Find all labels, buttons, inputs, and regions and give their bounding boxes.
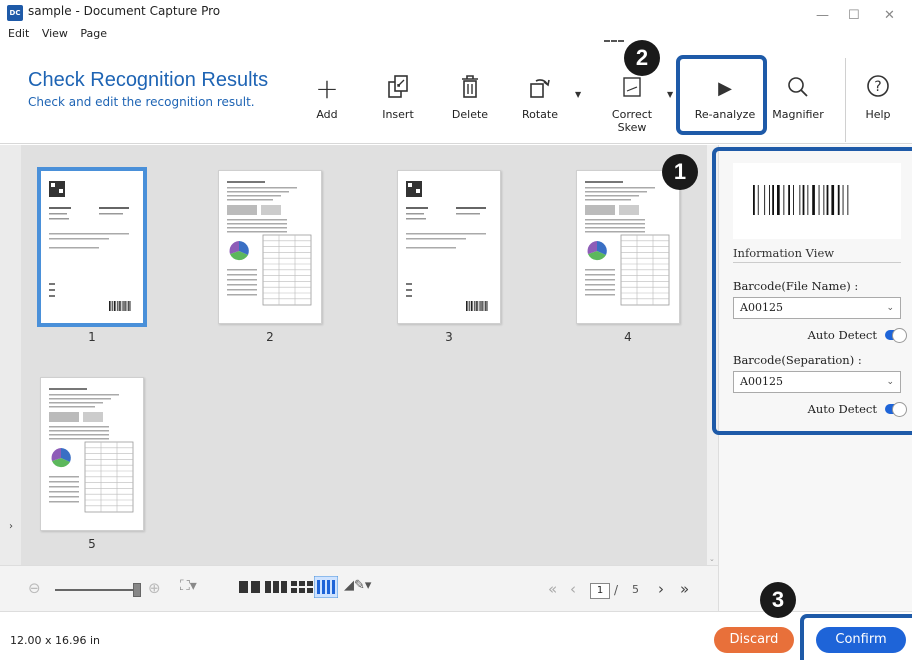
magnifier-icon bbox=[770, 74, 826, 108]
help-icon: ? bbox=[858, 74, 898, 108]
menu-edit[interactable]: Edit bbox=[8, 27, 29, 40]
trash-icon bbox=[450, 74, 490, 108]
page-thumbnail[interactable] bbox=[576, 170, 680, 324]
help-button[interactable]: ? Help bbox=[858, 74, 898, 121]
plus-icon: + bbox=[315, 72, 339, 105]
fit-page-icon[interactable]: ⛶▾ bbox=[180, 578, 197, 594]
page-title: Check Recognition Results bbox=[28, 69, 269, 91]
page-preview bbox=[406, 181, 488, 311]
insert-page-icon bbox=[378, 74, 418, 108]
view-small-icon[interactable] bbox=[290, 579, 314, 599]
page-number-label: 3 bbox=[445, 330, 453, 344]
page-preview bbox=[49, 181, 131, 311]
page-preview bbox=[227, 181, 312, 306]
edit-pages-icon[interactable]: ◢✎▾ bbox=[344, 578, 371, 593]
page-thumbnail[interactable] bbox=[40, 377, 144, 531]
pager-separator: / bbox=[614, 583, 619, 597]
thumbnail-grid: 1 2 3 4 5 bbox=[21, 145, 707, 565]
page-preview bbox=[49, 388, 134, 513]
menu-bar: Edit View Page bbox=[8, 27, 116, 40]
ribbon-toolbar: Check Recognition Results Check and edit… bbox=[0, 46, 912, 144]
app-icon: DC bbox=[7, 5, 23, 21]
view-toolbar: ⊖ ⊕ ⛶▾ ◢✎▾ « ‹ 1 / 5 › » bbox=[0, 565, 718, 611]
callout-3-badge: 3 bbox=[760, 582, 796, 618]
page-thumbnail[interactable] bbox=[397, 170, 501, 324]
next-page-icon[interactable]: › bbox=[658, 580, 664, 598]
view-medium-icon[interactable] bbox=[264, 579, 288, 599]
zoom-out-icon[interactable]: ⊖ bbox=[28, 579, 41, 597]
prev-page-icon[interactable]: ‹ bbox=[570, 580, 576, 598]
discard-button[interactable]: Discard bbox=[714, 627, 794, 653]
page-total: 5 bbox=[632, 583, 639, 596]
page-preview bbox=[585, 181, 670, 306]
zoom-slider-handle[interactable] bbox=[133, 583, 141, 597]
delete-button[interactable]: Delete bbox=[450, 74, 490, 121]
window-title: sample - Document Capture Pro bbox=[28, 4, 221, 18]
page-thumbnail[interactable] bbox=[37, 167, 147, 327]
title-bar: DC sample - Document Capture Pro — ☐ ✕ E… bbox=[0, 0, 912, 46]
page-number-input[interactable]: 1 bbox=[590, 583, 610, 599]
page-number-label: 5 bbox=[88, 537, 96, 551]
menu-page[interactable]: Page bbox=[80, 27, 107, 40]
page-number-label: 1 bbox=[88, 330, 96, 344]
insert-button[interactable]: Insert bbox=[378, 74, 418, 121]
view-large-icon[interactable] bbox=[238, 579, 262, 599]
zoom-slider[interactable] bbox=[55, 583, 141, 597]
close-button[interactable]: ✕ bbox=[884, 8, 895, 23]
callout-leader bbox=[604, 40, 624, 42]
first-page-icon[interactable]: « bbox=[548, 580, 557, 598]
confirm-highlight bbox=[800, 614, 912, 660]
reanalyze-highlight bbox=[676, 55, 767, 135]
callout-1-badge: 1 bbox=[662, 154, 698, 190]
maximize-button[interactable]: ☐ bbox=[848, 8, 860, 23]
information-panel-highlight bbox=[712, 147, 912, 435]
chevron-right-icon[interactable]: › bbox=[9, 521, 13, 532]
page-dimensions: 12.00 x 16.96 in bbox=[10, 634, 101, 647]
page-number-label: 2 bbox=[266, 330, 274, 344]
skew-dropdown-icon[interactable]: ▼ bbox=[667, 90, 673, 99]
last-page-icon[interactable]: » bbox=[680, 580, 689, 598]
skew-icon bbox=[606, 74, 658, 108]
svg-text:?: ? bbox=[874, 79, 881, 95]
add-button[interactable]: + Add bbox=[312, 72, 342, 122]
rotate-dropdown-icon[interactable]: ▼ bbox=[575, 90, 581, 99]
rotate-button[interactable]: Rotate bbox=[518, 74, 562, 121]
page-subtitle: Check and edit the recognition result. bbox=[28, 95, 255, 109]
view-list-icon[interactable] bbox=[313, 575, 339, 602]
thumbnail-area: › 12345 ⌄ bbox=[0, 145, 718, 565]
correct-skew-button[interactable]: Correct Skew bbox=[606, 74, 658, 134]
page-thumbnail[interactable] bbox=[218, 170, 322, 324]
rotate-icon bbox=[518, 74, 562, 108]
magnifier-button[interactable]: Magnifier bbox=[770, 74, 826, 121]
toolbar-divider bbox=[845, 58, 846, 142]
zoom-in-icon[interactable]: ⊕ bbox=[148, 579, 161, 597]
menu-view[interactable]: View bbox=[42, 27, 68, 40]
minimize-button[interactable]: — bbox=[816, 8, 829, 23]
page-number-label: 4 bbox=[624, 330, 632, 344]
status-bar: 12.00 x 16.96 in Discard Confirm bbox=[0, 611, 912, 660]
callout-2-badge: 2 bbox=[624, 40, 660, 76]
